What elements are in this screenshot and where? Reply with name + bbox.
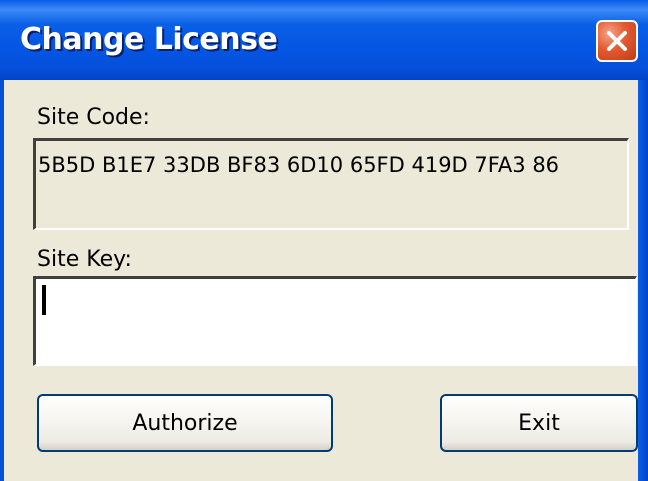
text-caret xyxy=(42,285,46,315)
site-code-field: 5B5D B1E7 33DB BF83 6D10 65FD 419D 7FA3 … xyxy=(33,138,629,230)
title-bar[interactable]: Change License xyxy=(0,0,648,80)
authorize-button[interactable]: Authorize xyxy=(37,394,333,452)
change-license-dialog: Change License Site Code: 5B5D B1E7 33DB… xyxy=(0,0,648,481)
close-x-icon xyxy=(607,31,627,51)
close-button[interactable] xyxy=(596,20,638,62)
window-border-left xyxy=(0,80,4,481)
site-key-label: Site Key: xyxy=(37,247,132,272)
site-key-input[interactable] xyxy=(33,276,637,366)
window-title: Change License xyxy=(20,22,278,57)
exit-button[interactable]: Exit xyxy=(440,394,638,452)
site-code-label: Site Code: xyxy=(37,105,150,130)
window-border-right xyxy=(638,80,648,481)
